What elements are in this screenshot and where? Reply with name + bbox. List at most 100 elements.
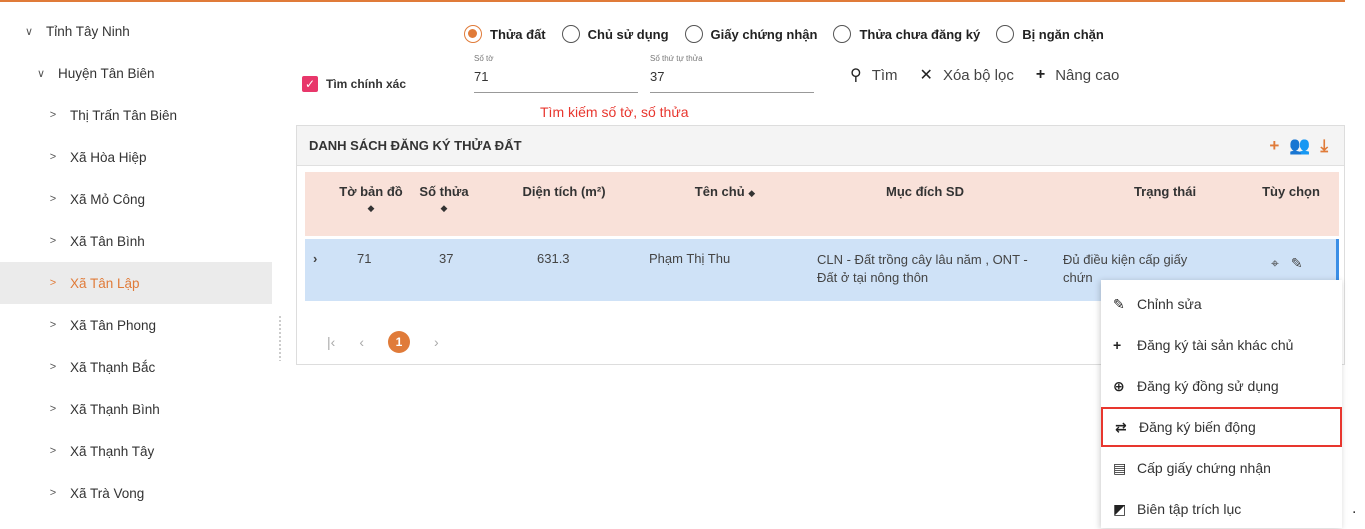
chevron-right-icon[interactable]: > <box>46 193 60 205</box>
tree-item[interactable]: > Xã Thạnh Tây <box>0 430 272 472</box>
tree-item[interactable]: > Xã Trà Vong <box>0 472 272 514</box>
page-number[interactable]: 1 <box>387 331 410 353</box>
chevron-down-icon[interactable]: ∨ <box>22 25 36 38</box>
splitter-grip[interactable] <box>278 315 282 361</box>
tree-item[interactable]: > Xã Thạnh Bình <box>0 388 272 430</box>
tree-item[interactable]: ∨ Tỉnh Tây Ninh <box>0 10 272 52</box>
plus-circle-icon: ⊕ <box>1113 377 1125 394</box>
prev-page-icon[interactable]: ‹ <box>359 334 364 350</box>
chevron-down-icon[interactable]: ∨ <box>34 67 48 80</box>
chevron-right-icon[interactable]: > <box>46 361 60 373</box>
add-icon[interactable]: + <box>1269 136 1279 156</box>
radio-label: Chủ sử dụng <box>587 26 669 42</box>
col-status: Trạng thái <box>1115 184 1215 199</box>
next-page-icon[interactable]: › <box>434 334 439 350</box>
col-owner[interactable]: Tên chủ ◆ <box>665 184 785 199</box>
tree-item-label: Xã Thạnh Bình <box>70 401 160 417</box>
tree-item[interactable]: > Xã Thạnh Bắc <box>0 346 272 388</box>
radio-circle-icon[interactable] <box>561 25 580 43</box>
sort-icon[interactable]: ◆ <box>748 188 755 198</box>
top-accent-line <box>0 0 1345 2</box>
parcel-number-field[interactable]: Số thứ tự thửa 37 <box>650 54 814 93</box>
radio-circle-icon[interactable] <box>684 25 703 43</box>
col-options: Tùy chọn <box>1251 184 1331 199</box>
chevron-right-icon[interactable]: > <box>46 151 60 163</box>
cell-owner: Phạm Thị Thu <box>649 251 731 266</box>
radio-circle-icon[interactable] <box>996 25 1015 43</box>
exact-match-checkbox[interactable]: ✓ Tìm chính xác <box>302 76 406 92</box>
radio-circle-icon[interactable] <box>464 25 482 43</box>
users-icon[interactable]: 👥 <box>1289 136 1310 156</box>
pencil-icon[interactable]: ✎ <box>1291 255 1303 272</box>
search-hint-annotation: Tìm kiếm số tờ, số thửa <box>540 104 689 120</box>
table-header: Tờ bản đồ ◆ Số thửa ◆ Diện tích (m²) Tên c… <box>305 172 1339 236</box>
first-page-icon[interactable]: |‹ <box>327 334 335 350</box>
chevron-right-icon[interactable]: > <box>46 277 60 289</box>
col-sheet[interactable]: Tờ bản đồ ◆ <box>331 184 411 214</box>
context-menu-item[interactable]: + Đăng ký tài sản khác chủ <box>1101 325 1342 365</box>
cell-purpose-line1: CLN - Đất trồng cây lâu năm , ONT - <box>817 252 1028 267</box>
map-marker-icon[interactable]: ⌖ <box>1271 255 1279 272</box>
chevron-right-icon[interactable]: > <box>46 487 60 499</box>
search-icon: ⚲ <box>850 67 862 84</box>
region-tree: ∨ Tỉnh Tây Ninh ∨ Huyện Tân Biên > Thị Trấn T… <box>0 10 272 528</box>
search-type-radio[interactable]: Giấy chứng nhận <box>684 25 817 43</box>
advanced-search-button[interactable]: + Nâng cao <box>1036 66 1120 84</box>
col-purpose-label: Mục đích SD <box>885 184 964 199</box>
cell-area: 631.3 <box>537 251 570 266</box>
sheet-number-input[interactable]: 71 <box>474 69 638 93</box>
checkbox-check-icon[interactable]: ✓ <box>302 76 318 92</box>
chevron-right-icon[interactable]: > <box>46 319 60 331</box>
tree-item[interactable]: > Thị Trấn Tân Biên <box>0 94 272 136</box>
context-menu-item[interactable]: ⊕ Đăng ký đồng sử dụng <box>1101 366 1342 406</box>
parcel-number-input[interactable]: 37 <box>650 69 814 93</box>
find-button[interactable]: ⚲ Tìm <box>850 65 898 85</box>
tree-item-label: Xã Hòa Hiệp <box>70 149 147 165</box>
plus-icon: + <box>1113 337 1122 353</box>
search-type-radio[interactable]: Thửa chưa đăng ký <box>833 25 980 43</box>
tree-item[interactable]: > Xã Mỏ Công <box>0 178 272 220</box>
search-type-radio[interactable]: Bị ngăn chặn <box>996 25 1104 43</box>
tree-item[interactable]: > Xã Tân Phong <box>0 304 272 346</box>
expand-row-icon[interactable]: › <box>313 251 317 266</box>
sheet-number-label: Số tờ <box>474 54 494 63</box>
search-type-radio[interactable]: Thửa đất <box>464 25 546 43</box>
col-area-label: Diện tích (m²) <box>522 184 606 199</box>
col-owner-label: Tên chủ <box>694 184 745 199</box>
radio-label: Bị ngăn chặn <box>1022 26 1104 42</box>
clear-filter-label: Xóa bộ lọc <box>942 66 1014 84</box>
download-icon[interactable]: ⤓ <box>1320 136 1328 156</box>
tree-item-label: Tỉnh Tây Ninh <box>46 23 130 39</box>
chevron-right-icon[interactable]: > <box>46 445 60 457</box>
chevron-right-icon[interactable]: > <box>46 235 60 247</box>
sheet-number-field[interactable]: Số tờ 71 <box>474 54 638 93</box>
chevron-right-icon[interactable]: > <box>46 403 60 415</box>
col-sheet-label: Tờ bản đồ <box>339 184 403 199</box>
context-menu-item[interactable]: ⇄ Đăng ký biến động <box>1101 407 1342 447</box>
search-actions: ⚲ Tìm ✕ Xóa bộ lọc + Nâng cao <box>850 65 1141 85</box>
col-parcel-label: Số thửa <box>419 184 469 199</box>
sort-icon[interactable]: ◆ <box>331 203 411 214</box>
context-menu-item[interactable]: ◩ Biên tập trích lục <box>1101 489 1342 529</box>
clear-filter-button[interactable]: ✕ Xóa bộ lọc <box>920 65 1014 85</box>
panel-title: DANH SÁCH ĐĂNG KÝ THỬA ĐẤT <box>297 126 1344 166</box>
search-type-radio[interactable]: Chủ sử dụng <box>561 25 669 43</box>
exact-match-label: Tìm chính xác <box>326 77 407 91</box>
tree-item[interactable]: > Xã Tân Lập <box>0 262 272 304</box>
tree-item[interactable]: ∨ Huyện Tân Biên <box>0 52 272 94</box>
chevron-right-icon[interactable]: > <box>46 109 60 121</box>
context-menu-item[interactable]: ▤ Cấp giấy chứng nhận <box>1101 448 1342 488</box>
col-parcel[interactable]: Số thửa ◆ <box>409 184 479 214</box>
tree-item[interactable]: > Xã Tân Bình <box>0 220 272 262</box>
context-menu-label: Đăng ký tài sản khác chủ <box>1137 337 1294 353</box>
splitter[interactable] <box>272 10 288 528</box>
advanced-label: Nâng cao <box>1055 66 1120 84</box>
tree-item[interactable]: > Xã Hòa Hiệp <box>0 136 272 178</box>
stray-dot: . <box>1352 500 1357 517</box>
exchange-icon: ⇄ <box>1115 418 1127 435</box>
radio-circle-icon[interactable] <box>833 25 852 43</box>
tree-item-label: Xã Thạnh Bắc <box>70 359 156 375</box>
sort-icon[interactable]: ◆ <box>409 203 479 214</box>
context-menu-item[interactable]: ✎ Chỉnh sửa <box>1101 284 1342 324</box>
cell-sheet: 71 <box>357 251 372 266</box>
